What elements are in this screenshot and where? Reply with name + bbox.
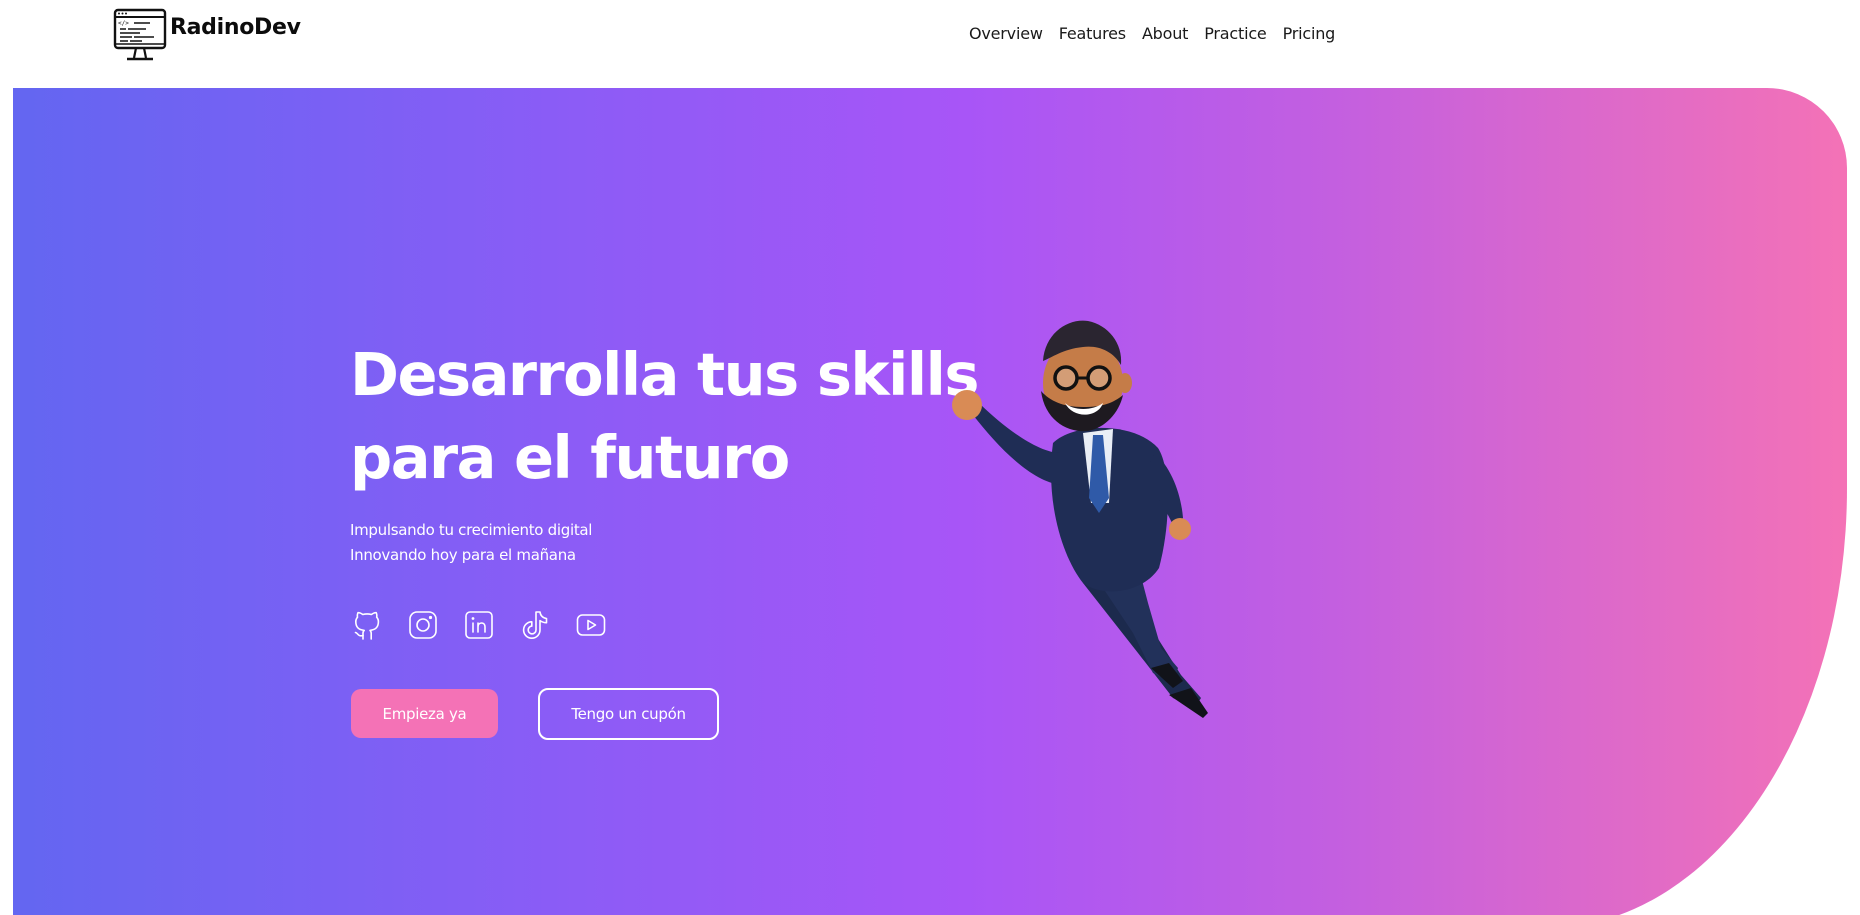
hero-subtitle-line1: Impulsando tu crecimiento digital <box>350 521 593 539</box>
mascot-ear <box>1118 373 1132 393</box>
coupon-button[interactable]: Tengo un cupón <box>538 688 719 740</box>
mascot-glasses-left <box>1053 365 1079 391</box>
svg-text:</>: </> <box>118 20 129 27</box>
nav-about[interactable]: About <box>1142 24 1189 43</box>
hero-section: Desarrolla tus skills para el futuro Imp… <box>13 88 1847 915</box>
start-now-button[interactable]: Empieza ya <box>351 689 498 738</box>
mascot-fist-raised <box>952 390 982 420</box>
mascot-fist-other <box>1169 518 1191 540</box>
hero-title: Desarrolla tus skills para el futuro <box>350 333 979 499</box>
site-header: </> RadinoDev Overview Features About Pr… <box>0 0 1860 88</box>
nav-practice[interactable]: Practice <box>1204 24 1267 43</box>
hero-subtitle: Impulsando tu crecimiento digital Innova… <box>350 518 592 568</box>
nav-pricing[interactable]: Pricing <box>1283 24 1336 43</box>
mascot-arm-raised <box>973 405 1061 485</box>
youtube-icon[interactable] <box>574 608 608 642</box>
mascot-glasses-right <box>1086 365 1112 391</box>
brand[interactable]: </> RadinoDev <box>112 8 301 62</box>
hero-subtitle-line2: Innovando hoy para el mañana <box>350 546 576 564</box>
computer-monitor-code-icon: </> <box>113 8 167 61</box>
instagram-icon[interactable] <box>406 608 440 642</box>
social-links <box>350 608 608 642</box>
nav-overview[interactable]: Overview <box>969 24 1043 43</box>
brand-name: RadinoDev <box>170 15 301 40</box>
hero-title-line1: Desarrolla tus skills <box>350 340 979 409</box>
main-nav: Overview Features About Practice Pricing <box>969 24 1335 43</box>
nav-features[interactable]: Features <box>1059 24 1126 43</box>
hero-title-line2: para el futuro <box>350 423 790 492</box>
flying-businessman-illustration <box>952 320 1208 718</box>
tiktok-icon[interactable] <box>518 608 552 642</box>
github-icon[interactable] <box>350 608 384 642</box>
linkedin-icon[interactable] <box>462 608 496 642</box>
